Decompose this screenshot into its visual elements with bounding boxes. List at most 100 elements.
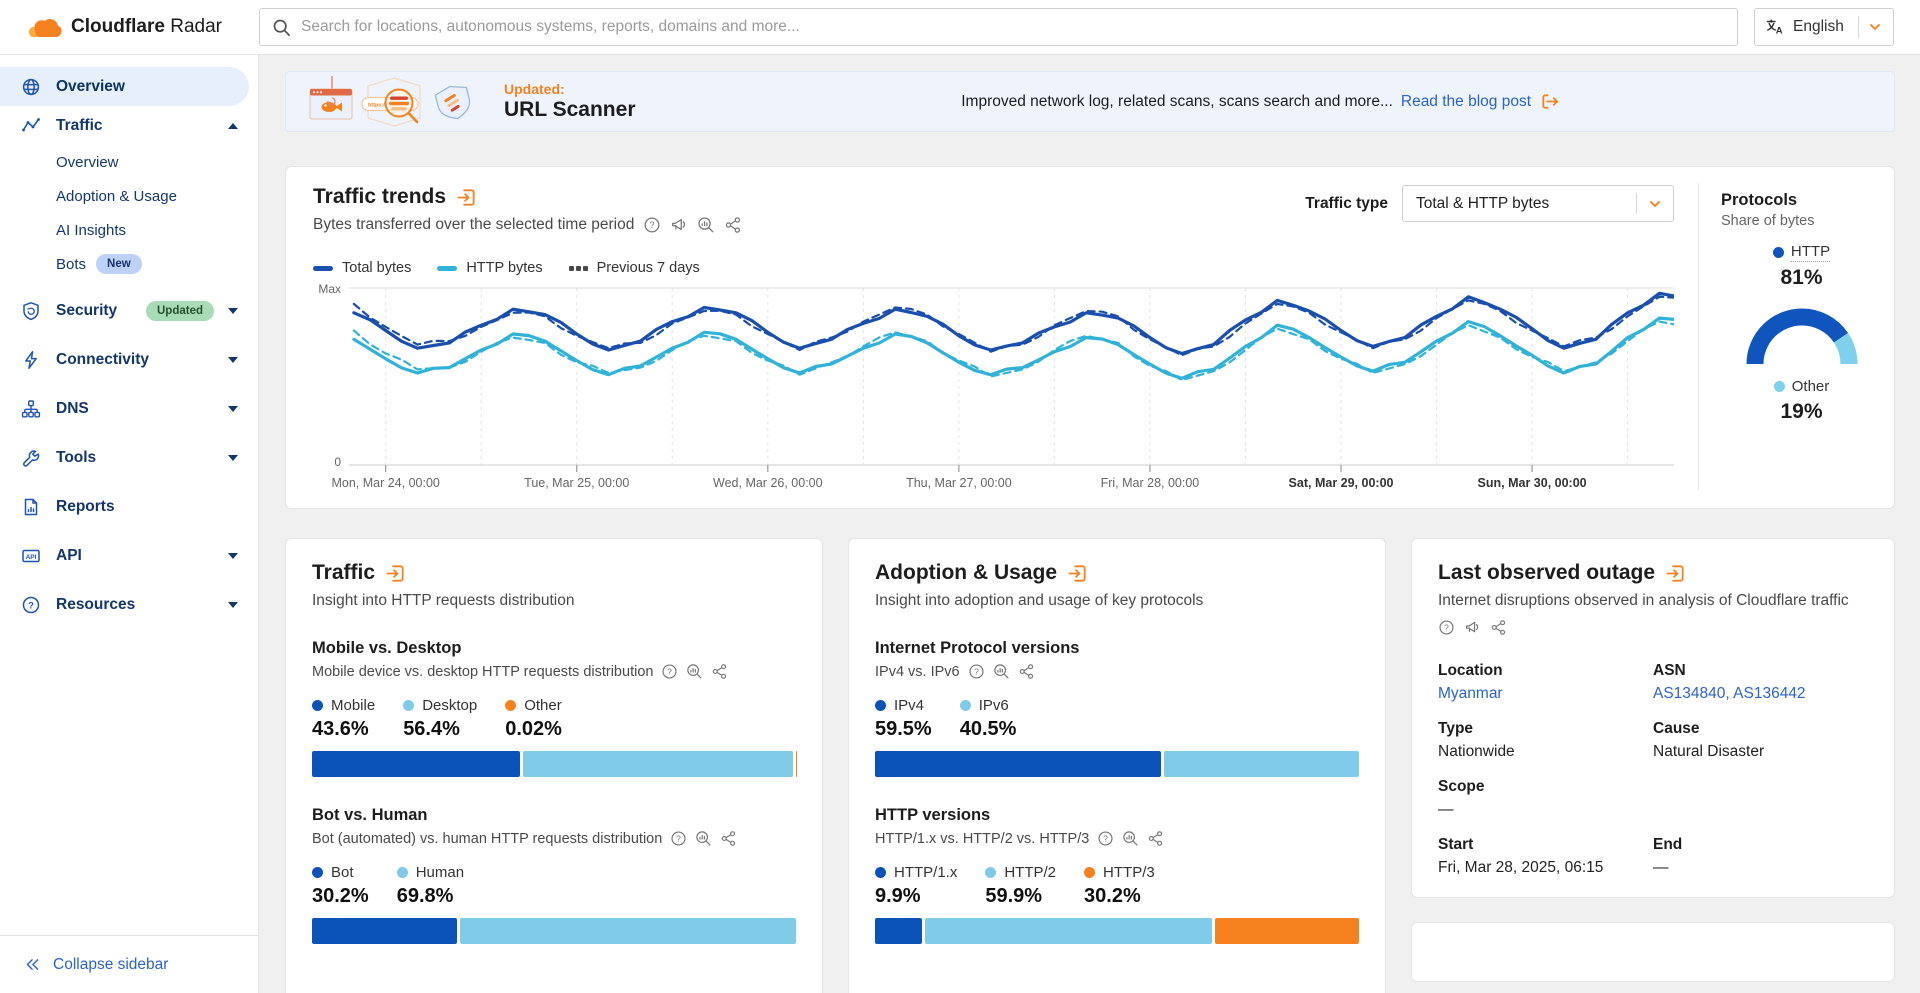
legend-item-previous-7-days[interactable]: Previous 7 days xyxy=(569,260,700,276)
field-label: End xyxy=(1653,836,1868,854)
protocols-title: Protocols xyxy=(1721,191,1882,210)
sidebar-item-label: Resources xyxy=(56,596,228,614)
help-icon[interactable]: ? xyxy=(661,663,678,680)
legend-item-http-bytes[interactable]: HTTP bytes xyxy=(437,260,542,276)
bar-segment xyxy=(460,918,796,944)
sidebar-item-overview[interactable]: Overview xyxy=(0,67,249,106)
zoom-chart-icon[interactable] xyxy=(1122,830,1139,847)
banner-title: URL Scanner xyxy=(504,98,636,122)
external-link-icon xyxy=(1539,91,1560,112)
sidebar-item-traffic[interactable]: Traffic xyxy=(0,106,258,145)
legend-value: 59.9% xyxy=(985,885,1056,908)
traffic-trend-icon xyxy=(21,116,41,136)
sidebar-item-reports[interactable]: Reports xyxy=(0,487,258,526)
announcement-icon[interactable] xyxy=(1464,619,1481,636)
sidebar-item-api[interactable]: API API xyxy=(0,536,258,575)
outage-asn-field: ASN AS134840, AS136442 xyxy=(1653,662,1868,703)
read-blog-post-link[interactable]: Read the blog post xyxy=(1401,93,1531,111)
cloudflare-cloud-icon xyxy=(26,15,62,40)
legend-dot xyxy=(312,700,323,711)
zoom-chart-icon[interactable] xyxy=(697,216,715,234)
sidebar-item-tools[interactable]: Tools xyxy=(0,438,258,477)
translate-icon: A xyxy=(1765,17,1785,37)
outage-end-field: End — xyxy=(1653,836,1868,877)
deep-link-icon[interactable] xyxy=(385,563,406,584)
sidebar-item-label: AI Insights xyxy=(56,222,126,239)
traffic-type-select[interactable]: Total & HTTP bytes xyxy=(1402,185,1674,222)
sidebar-item-label: Connectivity xyxy=(56,351,228,369)
announcement-icon[interactable] xyxy=(670,216,688,234)
share-icon[interactable] xyxy=(1018,663,1035,680)
legend-label: Total bytes xyxy=(342,260,411,276)
protocols-other-value: 19% xyxy=(1721,400,1882,424)
sidebar-item-dns[interactable]: DNS xyxy=(0,389,258,428)
banner-description: Improved network log, related scans, sca… xyxy=(961,93,1393,111)
traffic-type-value: Total & HTTP bytes xyxy=(1416,195,1626,213)
legend-value: 59.5% xyxy=(875,718,932,741)
x-axis-label: Sat, Mar 29, 00:00 xyxy=(1289,476,1394,490)
zoom-chart-icon[interactable] xyxy=(695,830,712,847)
collapse-sidebar-label: Collapse sidebar xyxy=(53,956,168,974)
legend-label: Previous 7 days xyxy=(597,260,700,276)
sidebar: Overview Traffic Overview Adoption & Usa… xyxy=(0,55,259,993)
sidebar-item-resources[interactable]: ? Resources xyxy=(0,585,258,624)
sidebar-item-security[interactable]: Security Updated xyxy=(0,291,258,330)
protocols-subtitle: Share of bytes xyxy=(1721,213,1882,229)
sidebar-item-adoption-usage[interactable]: Adoption & Usage xyxy=(0,179,258,213)
sidebar-item-label: Tools xyxy=(56,449,228,467)
language-selector[interactable]: A English xyxy=(1754,8,1894,46)
share-icon[interactable] xyxy=(724,216,742,234)
share-icon[interactable] xyxy=(720,830,737,847)
share-icon[interactable] xyxy=(1147,830,1164,847)
mobile-desktop-bar xyxy=(312,751,796,777)
expand-caret-icon xyxy=(228,455,238,461)
search-input[interactable] xyxy=(301,18,1725,36)
legend-dot xyxy=(1773,247,1784,258)
help-icon[interactable]: ? xyxy=(968,663,985,680)
cloudflare-radar-logo[interactable]: Cloudflare Radar xyxy=(26,15,259,40)
legend-label: Mobile xyxy=(331,697,375,714)
main-content: Overview Worldwide Last 7 days xyxy=(259,0,1920,993)
asn-links[interactable]: AS134840, AS136442 xyxy=(1653,685,1868,703)
sidebar-item-label: DNS xyxy=(56,400,228,418)
help-icon[interactable]: ? xyxy=(1097,830,1114,847)
svg-text:?: ? xyxy=(974,666,979,676)
field-label: ASN xyxy=(1653,662,1868,680)
share-icon[interactable] xyxy=(711,663,728,680)
location-link[interactable]: Myanmar xyxy=(1438,685,1653,703)
field-label: Cause xyxy=(1653,720,1868,738)
top-header: Cloudflare Radar A English xyxy=(0,0,1920,55)
bar-segment xyxy=(875,918,922,944)
deep-link-icon[interactable] xyxy=(1067,563,1088,584)
share-icon[interactable] xyxy=(1490,619,1507,636)
legend-label: Desktop xyxy=(422,697,477,714)
deep-link-icon[interactable] xyxy=(456,187,477,208)
help-icon[interactable]: ? xyxy=(1438,619,1455,636)
svg-text:?: ? xyxy=(668,666,673,676)
sidebar-item-bots[interactable]: Bots New xyxy=(0,247,258,281)
field-label: Type xyxy=(1438,720,1653,738)
protocols-other-legend: Other xyxy=(1774,378,1830,395)
legend-swatch xyxy=(569,266,588,271)
help-icon[interactable]: ? xyxy=(643,216,661,234)
zoom-chart-icon[interactable] xyxy=(686,663,703,680)
field-value: Nationwide xyxy=(1438,743,1653,761)
sidebar-item-label: API xyxy=(56,547,228,565)
bot-human-bar xyxy=(312,918,796,944)
deep-link-icon[interactable] xyxy=(1665,563,1686,584)
legend-label: Human xyxy=(416,864,464,881)
report-document-icon xyxy=(21,497,41,517)
legend-item-total-bytes[interactable]: Total bytes xyxy=(313,260,411,276)
line-chart-svg[interactable] xyxy=(349,287,1674,473)
sidebar-item-ai-insights[interactable]: AI Insights xyxy=(0,213,258,247)
svg-text:A: A xyxy=(1776,26,1783,37)
legend-label: HTTP bytes xyxy=(466,260,542,276)
sidebar-item-traffic-overview[interactable]: Overview xyxy=(0,145,258,179)
zoom-chart-icon[interactable] xyxy=(993,663,1010,680)
collapse-sidebar-button[interactable]: Collapse sidebar xyxy=(0,935,258,993)
sidebar-item-connectivity[interactable]: Connectivity xyxy=(0,340,258,379)
help-icon[interactable]: ? xyxy=(670,830,687,847)
legend-value: 30.2% xyxy=(312,885,369,908)
traffic-trends-chart: Max 0 Mon, Mar 24, 00:00Tue, Mar 25, 00:… xyxy=(313,287,1674,496)
legend-label: Other xyxy=(1792,378,1830,395)
